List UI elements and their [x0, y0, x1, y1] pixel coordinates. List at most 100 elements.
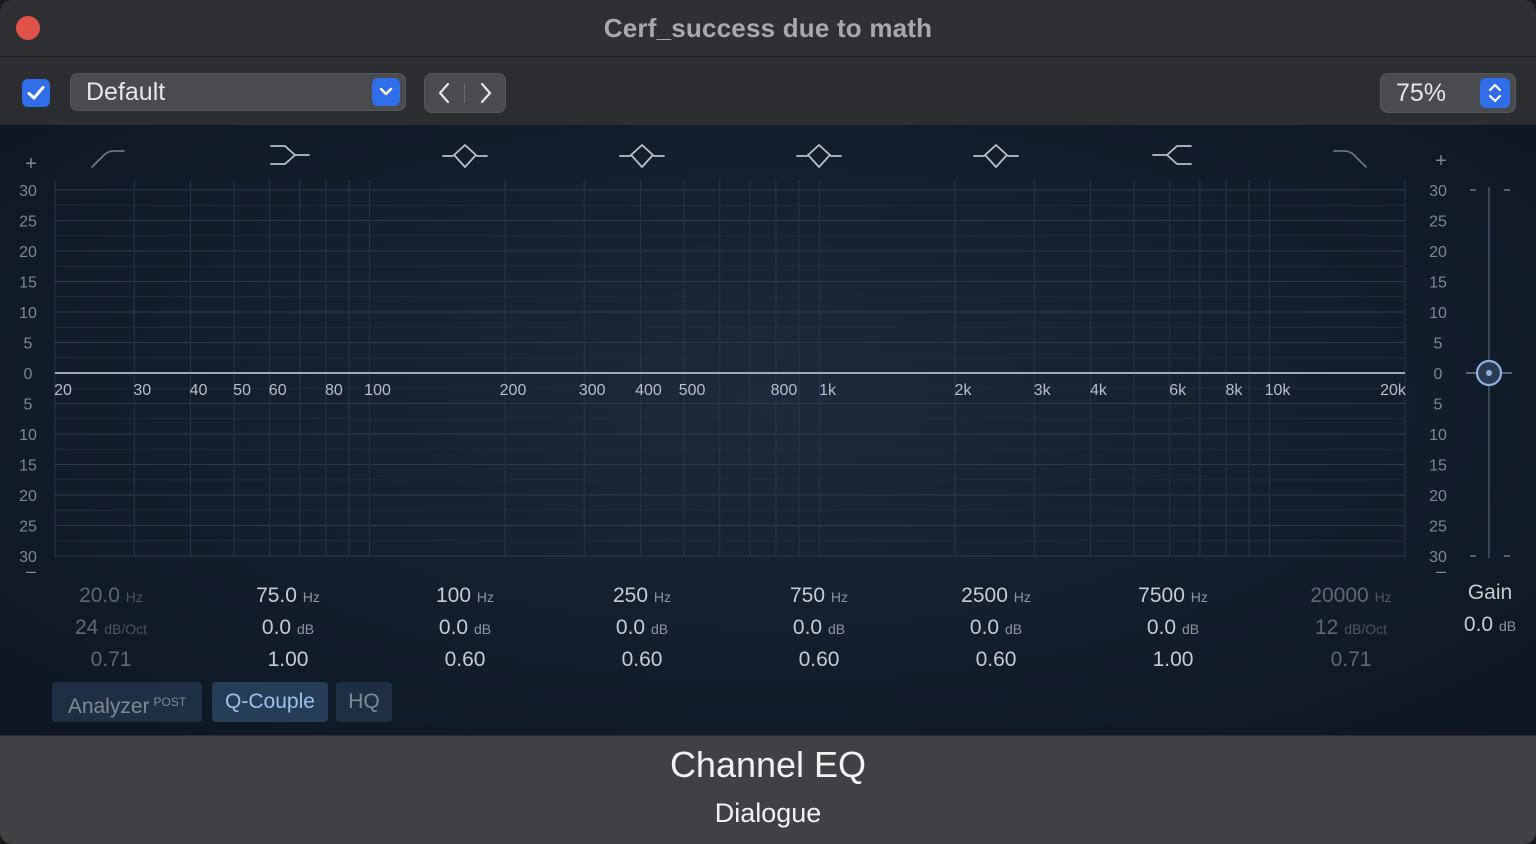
bypass-checkbox[interactable] — [22, 79, 50, 107]
frequency-label: 30 — [133, 382, 151, 399]
parametric-icon[interactable] — [442, 144, 488, 168]
preset-navigation — [424, 73, 506, 113]
band-q[interactable]: 0.60 — [921, 644, 1071, 676]
chevron-right-icon — [480, 82, 492, 104]
parametric-icon[interactable] — [619, 144, 665, 168]
right-scale-label: 20 — [1429, 488, 1447, 505]
title-bar: Cerf_success due to math — [0, 0, 1536, 57]
band-q[interactable]: 0.60 — [390, 644, 540, 676]
band-q[interactable]: 0.71 — [1276, 644, 1426, 676]
frequency-label: 800 — [771, 382, 798, 399]
q-couple-button[interactable]: Q-Couple — [212, 682, 328, 722]
right-scale-label: 25 — [1429, 214, 1447, 231]
right-scale-label: 10 — [1429, 305, 1447, 322]
band-frequency[interactable]: 100 Hz — [390, 580, 540, 612]
band-gain[interactable]: 0.0 dB — [744, 612, 894, 644]
frequency-label: 60 — [269, 382, 287, 399]
frequency-label: 500 — [679, 382, 706, 399]
right-scale-label: 5 — [1434, 336, 1443, 353]
left-scale-label: 20 — [19, 488, 37, 505]
band-frequency[interactable]: 7500 Hz — [1098, 580, 1248, 612]
frequency-label: 400 — [635, 382, 662, 399]
analyzer-label: Analyzer — [67, 695, 150, 718]
frequency-label: 2k — [955, 382, 973, 399]
slider-knob-dot — [1486, 370, 1492, 376]
low-shelf-icon[interactable] — [270, 145, 310, 165]
minus-marker: – — [26, 561, 36, 581]
band-2-params: 75.0 Hz 0.0 dB 1.00 — [213, 580, 363, 676]
band-q[interactable]: 1.00 — [1098, 644, 1248, 676]
frequency-label: 20 — [54, 382, 72, 399]
band-frequency[interactable]: 2500 Hz — [921, 580, 1071, 612]
band-gain[interactable]: 0.0 dB — [213, 612, 363, 644]
frequency-label: 4k — [1090, 382, 1108, 399]
band-gain[interactable]: 0.0 dB — [921, 612, 1071, 644]
band-gain[interactable]: 12 dB/Oct — [1276, 612, 1426, 644]
plugin-window: Cerf_success due to math Default 75% 30 … — [0, 0, 1536, 844]
preset-dropdown[interactable]: Default — [70, 73, 406, 111]
band-5-params: 750 Hz 0.0 dB 0.60 — [744, 580, 894, 676]
next-preset-button[interactable] — [466, 73, 506, 113]
window-title: Cerf_success due to math — [603, 13, 933, 43]
band-frequency[interactable]: 20000 Hz — [1276, 580, 1426, 612]
band-gain[interactable]: 24 dB/Oct — [36, 612, 186, 644]
eq-panel: 30 25 20 15 10 5 0 5 10 15 20 25 30 30 25 20 15 10 5 0 5 10 15… — [0, 125, 1536, 735]
band-frequency[interactable]: 20.0 Hz — [36, 580, 186, 612]
left-scale-label: 10 — [19, 305, 37, 322]
frequency-label: 8k — [1225, 382, 1243, 399]
band-q[interactable]: 0.71 — [36, 644, 186, 676]
frequency-label: 20k — [1380, 382, 1407, 399]
right-scale-label: 20 — [1429, 244, 1447, 261]
nav-divider — [464, 83, 465, 103]
band-q[interactable]: 0.60 — [567, 644, 717, 676]
band-gain[interactable]: 0.0 dB — [567, 612, 717, 644]
frequency-label: 200 — [500, 382, 527, 399]
left-scale-label: 0 — [24, 366, 33, 383]
right-scale-label: 30 — [1429, 183, 1447, 200]
band-frequency[interactable]: 250 Hz — [567, 580, 717, 612]
frequency-label: 80 — [325, 382, 343, 399]
band-4-params: 250 Hz 0.0 dB 0.60 — [567, 580, 717, 676]
hq-button[interactable]: HQ — [336, 682, 392, 722]
right-scale-label: 5 — [1434, 397, 1443, 414]
plugin-name: Channel EQ — [669, 744, 867, 785]
band-1-params: 20.0 Hz 24 dB/Oct 0.71 — [36, 580, 186, 676]
right-scale-label: 15 — [1429, 458, 1447, 475]
stepper-icon[interactable] — [1480, 78, 1510, 108]
frequency-label: 3k — [1034, 382, 1052, 399]
band-q[interactable]: 0.60 — [744, 644, 894, 676]
zoom-label: 75% — [1396, 79, 1447, 107]
track-name: Dialogue — [714, 798, 822, 828]
high-shelf-icon[interactable] — [1152, 145, 1192, 165]
band-frequency[interactable]: 75.0 Hz — [213, 580, 363, 612]
left-scale-label: 25 — [19, 519, 37, 536]
left-scale-label: 30 — [19, 183, 37, 200]
master-gain-readout[interactable]: Gain 0.0 dB — [1445, 577, 1535, 641]
analyzer-button[interactable]: Analyzer POST — [52, 682, 202, 722]
master-gain-value-row: 0.0 dB — [1445, 609, 1535, 641]
left-scale-label: 10 — [19, 427, 37, 444]
band-q[interactable]: 1.00 — [213, 644, 363, 676]
frequency-label: 300 — [579, 382, 606, 399]
left-scale-label: 25 — [19, 214, 37, 231]
zoom-dropdown[interactable]: 75% — [1380, 73, 1516, 113]
analyzer-post-label: POST — [153, 695, 187, 709]
plugin-footer: Channel EQ Dialogue — [0, 736, 1536, 844]
frequency-label: 6k — [1169, 382, 1187, 399]
chevron-left-icon — [438, 82, 450, 104]
high-cut-icon[interactable] — [1333, 150, 1367, 168]
chevron-down-icon[interactable] — [372, 78, 400, 106]
checkmark-icon — [27, 86, 45, 100]
low-cut-icon[interactable] — [91, 150, 125, 168]
right-scale-label: 0 — [1434, 366, 1443, 383]
left-scale-label: 15 — [19, 458, 37, 475]
band-gain[interactable]: 0.0 dB — [1098, 612, 1248, 644]
band-gain[interactable]: 0.0 dB — [390, 612, 540, 644]
band-frequency[interactable]: 750 Hz — [744, 580, 894, 612]
band-8-params: 20000 Hz 12 dB/Oct 0.71 — [1276, 580, 1426, 676]
parametric-icon[interactable] — [973, 144, 1019, 168]
plugin-toolbar: Default 75% — [0, 57, 1536, 125]
previous-preset-button[interactable] — [424, 73, 464, 113]
parametric-icon[interactable] — [796, 144, 842, 168]
plus-marker: + — [1435, 150, 1447, 172]
